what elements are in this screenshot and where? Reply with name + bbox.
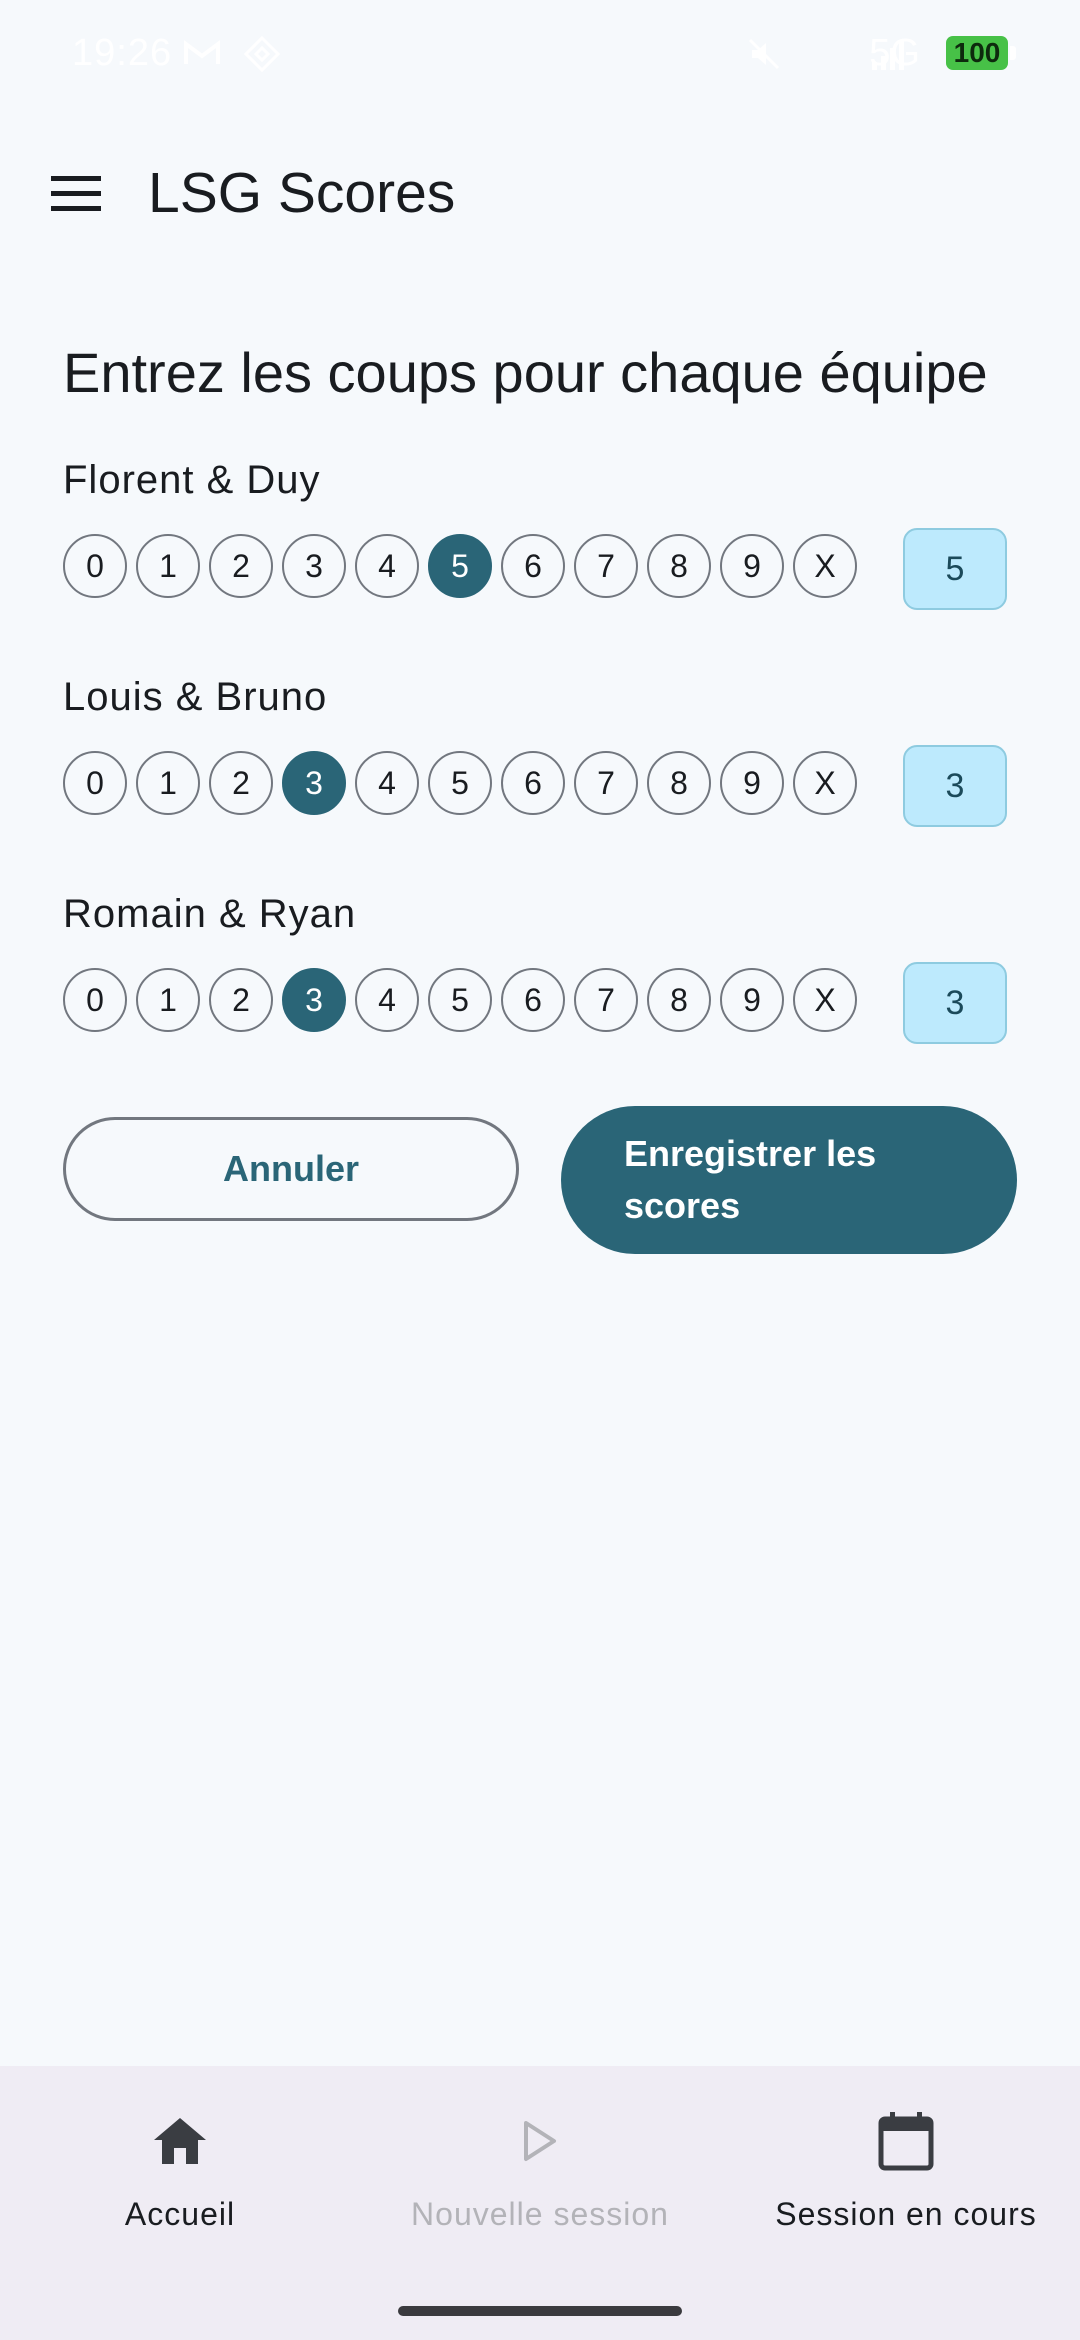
nav-label: Nouvelle session bbox=[411, 2196, 669, 2232]
score-chip-0[interactable]: 0 bbox=[63, 751, 127, 815]
score-chip-6[interactable]: 6 bbox=[501, 534, 565, 598]
team-row: Louis & Bruno 0123456789X3 bbox=[63, 667, 1023, 829]
team-name: Louis & Bruno bbox=[63, 675, 328, 719]
score-chip-9[interactable]: 9 bbox=[720, 751, 784, 815]
score-chip-0[interactable]: 0 bbox=[63, 534, 127, 598]
chips-row: 0123456789X3 bbox=[63, 962, 1023, 1046]
app-title: LSG Scores bbox=[148, 161, 456, 225]
score-chip-7[interactable]: 7 bbox=[574, 968, 638, 1032]
chips-row: 0123456789X5 bbox=[63, 528, 1023, 612]
score-value-box: 5 bbox=[903, 528, 1007, 610]
battery-tip bbox=[1010, 46, 1016, 60]
score-chip-1[interactable]: 1 bbox=[136, 968, 200, 1032]
app-bar: LSG Scores bbox=[0, 130, 1080, 260]
team-name: Romain & Ryan bbox=[63, 892, 357, 936]
page-heading: Entrez les coups pour chaque équipe bbox=[63, 341, 988, 404]
score-chip-1[interactable]: 1 bbox=[136, 751, 200, 815]
score-value-box: 3 bbox=[903, 745, 1007, 827]
status-time: 19:26 bbox=[72, 32, 173, 74]
score-chip-5[interactable]: 5 bbox=[428, 968, 492, 1032]
score-chip-7[interactable]: 7 bbox=[574, 534, 638, 598]
bottom-navigation: Accueil Nouvelle session Session en cour… bbox=[0, 2066, 1080, 2340]
score-chip-3[interactable]: 3 bbox=[282, 968, 346, 1032]
score-chip-5[interactable]: 5 bbox=[428, 534, 492, 598]
score-chip-5[interactable]: 5 bbox=[428, 751, 492, 815]
score-chip-1[interactable]: 1 bbox=[136, 534, 200, 598]
team-row: Florent & Duy 0123456789X5 bbox=[63, 450, 1023, 612]
score-chip-x[interactable]: X bbox=[793, 968, 857, 1032]
cancel-button[interactable]: Annuler bbox=[63, 1117, 519, 1221]
save-scores-button[interactable]: Enregistrer les scores bbox=[561, 1106, 1017, 1254]
battery-indicator: 100 bbox=[946, 36, 1008, 70]
nav-label: Accueil bbox=[124, 2196, 236, 2232]
score-chip-4[interactable]: 4 bbox=[355, 534, 419, 598]
mute-icon bbox=[744, 34, 784, 74]
nav-item-accueil[interactable]: Accueil bbox=[0, 2106, 360, 2233]
score-chip-2[interactable]: 2 bbox=[209, 751, 273, 815]
score-chip-7[interactable]: 7 bbox=[574, 751, 638, 815]
score-chip-3[interactable]: 3 bbox=[282, 534, 346, 598]
team-name: Florent & Duy bbox=[63, 458, 321, 502]
signal-icon bbox=[868, 34, 908, 74]
menu-button[interactable] bbox=[40, 158, 112, 230]
score-chip-2[interactable]: 2 bbox=[209, 968, 273, 1032]
chips-row: 0123456789X3 bbox=[63, 745, 1023, 829]
score-chip-6[interactable]: 6 bbox=[501, 751, 565, 815]
score-chip-6[interactable]: 6 bbox=[501, 968, 565, 1032]
score-chip-4[interactable]: 4 bbox=[355, 968, 419, 1032]
nav-label: Session en cours bbox=[775, 2196, 1037, 2232]
score-chip-9[interactable]: 9 bbox=[720, 968, 784, 1032]
home-indicator[interactable] bbox=[398, 2306, 682, 2316]
score-chip-9[interactable]: 9 bbox=[720, 534, 784, 598]
nav-item-nouvelle-session[interactable]: Nouvelle session bbox=[360, 2106, 720, 2233]
score-chip-8[interactable]: 8 bbox=[647, 751, 711, 815]
team-row: Romain & Ryan 0123456789X3 bbox=[63, 884, 1023, 1046]
score-chip-4[interactable]: 4 bbox=[355, 751, 419, 815]
hamburger-menu-icon bbox=[51, 176, 101, 211]
score-chip-x[interactable]: X bbox=[793, 534, 857, 598]
score-chip-3[interactable]: 3 bbox=[282, 751, 346, 815]
score-chip-2[interactable]: 2 bbox=[209, 534, 273, 598]
home-icon bbox=[154, 2118, 206, 2164]
nav-item-session-en-cours[interactable]: Session en cours bbox=[726, 2106, 1080, 2233]
gmail-icon bbox=[182, 34, 222, 74]
calendar-icon bbox=[878, 2112, 934, 2171]
score-chip-0[interactable]: 0 bbox=[63, 968, 127, 1032]
status-bar: 19:26 5G 100 bbox=[0, 0, 1080, 110]
score-chip-8[interactable]: 8 bbox=[647, 534, 711, 598]
score-value-box: 3 bbox=[903, 962, 1007, 1044]
play-icon bbox=[524, 2121, 556, 2161]
cast-icon bbox=[242, 34, 282, 74]
score-chip-x[interactable]: X bbox=[793, 751, 857, 815]
score-chip-8[interactable]: 8 bbox=[647, 968, 711, 1032]
